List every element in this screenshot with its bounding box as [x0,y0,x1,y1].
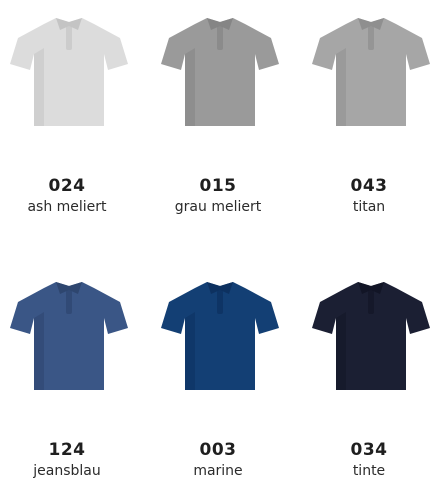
color-swatch-grid: 024 ash meliert 015 grau meliert 043 tit… [0,0,433,502]
color-name: grau meliert [174,199,262,215]
color-swatch-024[interactable]: 024 ash meliert [0,0,142,240]
color-code: 043 [350,176,388,196]
shirt-shape [10,18,128,126]
polo-shirt-image [312,18,430,126]
color-code: 015 [199,176,237,196]
color-code: 003 [199,440,237,460]
color-swatch-015[interactable]: 015 grau meliert [143,0,293,240]
color-code: 124 [48,440,86,460]
color-swatch-034[interactable]: 034 tinte [294,264,433,504]
color-swatch-124[interactable]: 124 jeansblau [0,264,142,504]
color-name: ash meliert [27,199,107,215]
color-name: jeansblau [33,463,101,479]
color-name: titan [352,199,386,215]
color-name: marine [193,463,243,479]
color-swatch-003[interactable]: 003 marine [143,264,293,504]
color-name: tinte [352,463,386,479]
color-code: 024 [48,176,86,196]
color-code: 034 [350,440,388,460]
polo-shirt-image [161,282,279,390]
polo-shirt-image [10,18,128,126]
polo-shirt-image [312,282,430,390]
color-swatch-043[interactable]: 043 titan [294,0,433,240]
polo-shirt-image [10,282,128,390]
shirt-shape [312,18,430,126]
shirt-shape [161,282,279,390]
polo-shirt-image [161,18,279,126]
shirt-shape [161,18,279,126]
shirt-shape [10,282,128,390]
shirt-shape [312,282,430,390]
